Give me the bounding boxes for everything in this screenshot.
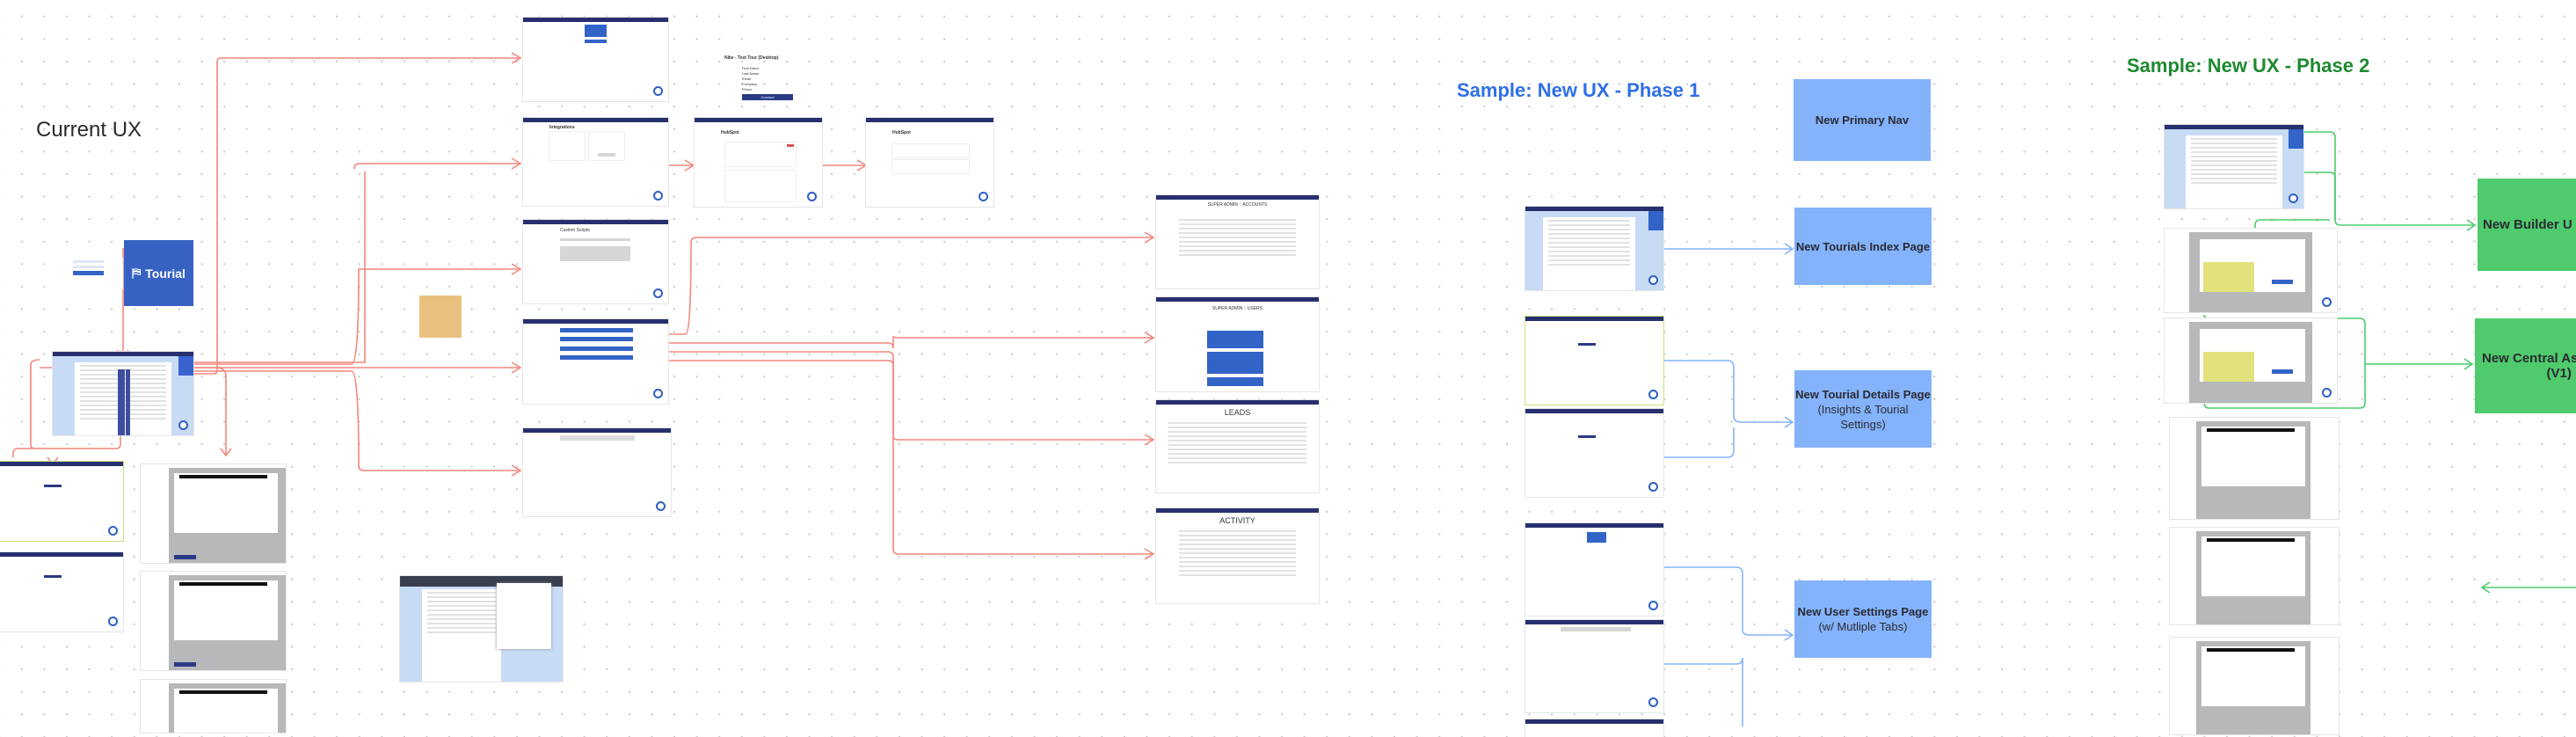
phase1-details-screen-2[interactable]: [1525, 409, 1663, 497]
activity-screen[interactable]: ACTIVITY: [1156, 508, 1319, 603]
phase2-builder-screen[interactable]: [2165, 229, 2337, 312]
super-admin-users-screen[interactable]: SUPER ADMIN :: USERS: [1156, 297, 1319, 391]
custom-scripts-title: Custom Scripts: [560, 228, 590, 233]
tourial-logo-text: Tourial: [145, 266, 186, 281]
phase2-title: Sample: New UX - Phase 2: [2127, 55, 2370, 77]
box-title: New Tourials Index Page: [1795, 239, 1931, 253]
hubspot-form-title: Nike - Test Tour (Desktop): [724, 55, 779, 61]
box-title: New Tourial Details Page: [1795, 387, 1931, 401]
hubspot-integration-screen[interactable]: HubSpot: [695, 118, 822, 207]
current-builder-screen[interactable]: [141, 464, 286, 563]
login-screen-thumbnail[interactable]: [53, 258, 123, 289]
current-modal-screen[interactable]: [400, 576, 563, 682]
current-tourials-index-screen[interactable]: [53, 352, 193, 435]
tourial-flag-icon: ⛿: [132, 266, 142, 280]
phase2-box-builder[interactable]: New Builder U: [2478, 179, 2576, 271]
phase2-builder-screen-3[interactable]: [2170, 418, 2339, 519]
integrations-screen[interactable]: Integrations: [523, 118, 668, 206]
hubspot-form-field: First Name: [742, 66, 760, 70]
current-builder-screen-2[interactable]: [141, 572, 286, 670]
box-subtitle: (V1): [2546, 366, 2572, 381]
hubspot-form-field: Email: [742, 77, 752, 81]
phase1-box-tourial-details[interactable]: New Tourial Details Page (Insights & Tour…: [1794, 370, 1932, 448]
current-builder-screen-3[interactable]: [141, 680, 286, 733]
current-tourial-details-screen[interactable]: [0, 462, 123, 541]
phase2-box-central-assets[interactable]: New Central Ass (V1): [2475, 318, 2576, 413]
phase2-builder-screen-4[interactable]: [2170, 528, 2339, 624]
box-subtitle: (Insights & Tourial Settings): [1817, 402, 1909, 431]
phase1-title: Sample: New UX - Phase 1: [1457, 79, 1700, 101]
tourial-logo: ⛿ Tourial: [124, 240, 193, 306]
phase1-box-user-settings[interactable]: New User Settings Page (w/ Mutliple Tabs): [1794, 580, 1932, 658]
sticky-note: [419, 296, 462, 338]
phase2-tourials-index-screen[interactable]: [2165, 125, 2303, 208]
box-title: New Builder U: [2483, 217, 2572, 232]
hubspot-title: HubSpot: [721, 130, 739, 135]
phase1-tourials-index-screen[interactable]: [1525, 207, 1663, 290]
box-title: New Primary Nav: [1815, 113, 1910, 127]
phase1-box-primary-nav[interactable]: New Primary Nav: [1794, 79, 1931, 161]
activity-title: ACTIVITY: [1219, 516, 1255, 525]
box-subtitle: (w/ Mutliple Tabs): [1818, 620, 1908, 633]
box-title: New User Settings Page: [1797, 605, 1929, 618]
accounts-title: SUPER ADMIN :: ACCOUNTS: [1207, 202, 1268, 208]
phase1-user-settings-screen-2[interactable]: [1525, 620, 1663, 712]
custom-scripts-screen[interactable]: Custom Scripts: [523, 220, 668, 303]
phase1-box-tourials-index[interactable]: New Tourials Index Page: [1794, 208, 1932, 285]
hubspot-form-field: Company: [742, 82, 758, 86]
leads-screen[interactable]: LEADS: [1156, 400, 1319, 493]
domain-settings-screen[interactable]: [523, 428, 671, 516]
phase1-user-settings-screen-3[interactable]: [1525, 719, 1663, 737]
super-admin-accounts-screen[interactable]: SUPER ADMIN :: ACCOUNTS: [1156, 195, 1319, 288]
integrations-title: Integrations: [549, 125, 575, 130]
phase1-details-screen[interactable]: [1525, 317, 1663, 405]
phase2-builder-screen-5[interactable]: [2170, 638, 2339, 734]
account-menu-screen[interactable]: [523, 18, 668, 101]
hubspot-field-mapping-form[interactable]: Nike - Test Tour (Desktop) First Name La…: [719, 55, 847, 106]
hubspot-settings-title: HubSpot: [892, 130, 911, 135]
box-title: New Central Ass: [2482, 351, 2576, 366]
hubspot-settings-screen[interactable]: HubSpot: [866, 118, 993, 207]
phase1-user-settings-screen[interactable]: [1525, 523, 1663, 616]
super-admin-menu-screen[interactable]: [523, 319, 668, 404]
hubspot-form-field: Phone: [742, 87, 753, 91]
phase2-builder-screen-2[interactable]: [2165, 318, 2337, 403]
leads-title: LEADS: [1224, 408, 1251, 417]
hubspot-form-field: Last Name: [742, 71, 760, 76]
current-tourial-details-screen-2[interactable]: [0, 552, 123, 631]
hubspot-connect-button[interactable]: Connect: [742, 94, 793, 100]
current-ux-title: Current UX: [36, 118, 142, 142]
users-title: SUPER ADMIN :: USERS: [1212, 306, 1263, 311]
